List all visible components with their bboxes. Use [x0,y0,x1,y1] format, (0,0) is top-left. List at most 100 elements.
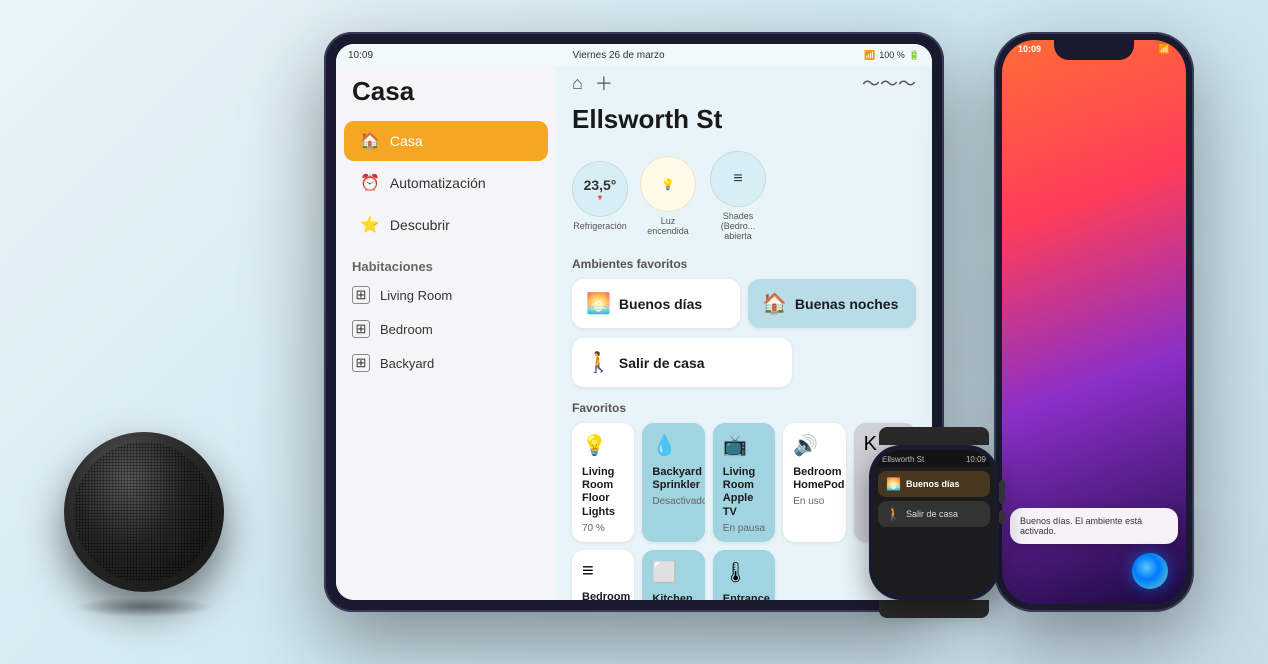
ipad-date: Viernes 26 de marzo [572,50,664,61]
siri-waveform-icon[interactable]: 〜〜〜 [862,70,916,96]
ipad-status-right: 📶 100 % 🔋 [864,50,920,61]
sprinkler-name: Backyard Sprinkler [652,466,694,492]
thermostat-icon: 🌡 [723,560,765,585]
fav-homepod[interactable]: 🔊 Bedroom HomePod En uso [783,423,845,542]
fav-apple-tv[interactable]: 📺 Living Room Apple TV En pausa [713,423,775,542]
floor-lights-name: Living Room Floor Lights [582,466,624,519]
ipad-battery-icon: 🔋 [909,50,920,61]
light-circle: 💡 [640,156,696,212]
homepod [54,432,234,612]
status-tile-shades[interactable]: ≡ Shades (Bedro...abierta [708,151,768,241]
siri-notification-text: Buenos días. El ambiente está activado. [1020,516,1142,536]
salir-icon: 🚶 [586,350,611,375]
light-icon: 💡 [661,178,675,191]
sidebar-room-livingroom[interactable]: ⊞ Living Room [336,278,556,312]
buenas-noches-label: Buenas noches [795,296,898,312]
watch-header-title: Ellsworth St [882,455,924,464]
scenes-grid: 🌅 Buenos días 🏠 Buenas noches [556,279,932,338]
buenos-dias-label: Buenos días [619,296,702,312]
appletv-name: Living Room Apple TV [723,466,765,519]
home-toolbar-icon[interactable]: ⌂ [572,73,583,94]
room-icon-bedroom: ⊞ [352,320,370,338]
watch-buenos-dias-icon: 🌅 [886,477,901,491]
light-label: Luzencendida [647,216,689,236]
room-icon-backyard: ⊞ [352,354,370,372]
sidebar-nav-automatizacion[interactable]: ⏰ Automatización [344,163,548,203]
floor-lights-icon: 💡 [582,433,624,458]
shades-icon: ≡ [733,170,742,188]
favorites-section-title: Favoritos [556,397,932,423]
ipad-sidebar: Casa 🏠 Casa ⏰ Automatización ⭐ Descubrir… [336,44,556,600]
ipad-wifi-icon: 📶 [864,50,875,61]
watch-band-bottom [879,600,989,618]
sidebar-title: Casa [336,68,556,119]
watch-screen: Ellsworth St 10:09 🌅 Buenos días 🚶 Salir… [874,450,994,595]
add-toolbar-icon[interactable]: ＋ [595,70,613,96]
fav-bedroom-shades[interactable]: ≡ Bedroom Shades Abrir [572,550,634,600]
shades-label: Shades (Bedro...abierta [708,211,768,241]
status-tile-light[interactable]: 💡 Luzencendida [640,156,696,236]
watch-header: Ellsworth St 10:09 [874,450,994,467]
homepod-mesh [74,442,214,582]
temp-label: Refrigeración [573,221,627,231]
shades-circle: ≡ [710,151,766,207]
fav-living-floor-lights[interactable]: 💡 Living Room Floor Lights 70 % [572,423,634,542]
thermostat-name: Entrance Thermostat... [723,593,765,600]
appletv-icon: 📺 [723,433,765,458]
room-icon-living: ⊞ [352,286,370,304]
watch-scene-salir[interactable]: 🚶 Salir de casa [878,501,990,527]
discover-icon: ⭐ [360,215,380,235]
fav-thermostat[interactable]: 🌡 Entrance Thermostat... Refrig. a 22,0° [713,550,775,600]
main-title: Ellsworth St [556,104,932,147]
sidebar-room-bedroom[interactable]: ⊞ Bedroom [336,312,556,346]
siri-notification: Buenos días. El ambiente está activado. [1010,508,1178,544]
scenes-row2: 🚶 Salir de casa [556,338,932,397]
iphone-notch [1054,40,1134,60]
iphone: 10:09 📶 Buenos días. El ambiente está ac… [994,32,1194,612]
homepod-shadow [74,597,214,617]
toolbar-left: ⌂ ＋ [572,70,613,96]
watch-crown [999,480,1005,504]
watch-band-top [879,427,989,445]
main-toolbar: ⌂ ＋ 〜〜〜 [556,68,932,104]
kitchen-switch-icon: ⬜ [652,560,694,585]
scene-buenos-dias[interactable]: 🌅 Buenos días [572,279,740,328]
siri-orb[interactable] [1132,553,1168,589]
homepod-icon: 🔊 [793,433,835,458]
watch-body: Ellsworth St 10:09 🌅 Buenos días 🚶 Salir… [869,445,999,600]
room-label-backyard: Backyard [380,356,434,371]
status-tile-temp[interactable]: 23,5° ▾ Refrigeración [572,161,628,231]
sidebar-nav-descubrir[interactable]: ⭐ Descubrir [344,205,548,245]
rooms-section-title: Habitaciones [336,247,556,278]
iphone-time: 10:09 [1018,44,1041,55]
sidebar-room-backyard[interactable]: ⊞ Backyard [336,346,556,380]
scenes-section-title: Ambientes favoritos [556,253,932,279]
status-tiles-row: 23,5° ▾ Refrigeración 💡 Luzencendida [556,147,932,253]
iphone-screen: 10:09 📶 Buenos días. El ambiente está ac… [1002,40,1186,604]
scene-salir[interactable]: 🚶 Salir de casa [572,338,792,387]
temp-circle: 23,5° ▾ [572,161,628,217]
appletv-status: En pausa [723,523,765,534]
fav-kitchen-switch[interactable]: ⬜ Kitchen Switch Desactivado [642,550,704,600]
watch-salir-label: Salir de casa [906,509,958,519]
ipad-time: 10:09 [348,50,373,61]
bedroom-shades-name: Bedroom Shades [582,591,624,600]
sidebar-nav-casa[interactable]: 🏠 Casa [344,121,548,161]
watch-scene-buenos-dias[interactable]: 🌅 Buenos días [878,471,990,497]
buenas-noches-icon: 🏠 [762,291,787,316]
room-label-bedroom: Bedroom [380,322,433,337]
sidebar-nav-discover-label: Descubrir [390,217,450,233]
temp-indicator: ▾ [598,193,602,202]
temp-value: 23,5° [584,177,617,193]
ipad-screen: 10:09 Viernes 26 de marzo 📶 100 % 🔋 Casa… [336,44,932,600]
fav-backyard-sprinkler[interactable]: 💧 Backyard Sprinkler Desactivado [642,423,704,542]
kitchen-switch-name: Kitchen Switch [652,593,694,600]
scene-container: 10:09 Viernes 26 de marzo 📶 100 % 🔋 Casa… [34,12,1234,652]
auto-icon: ⏰ [360,173,380,193]
scene-buenas-noches[interactable]: 🏠 Buenas noches [748,279,916,328]
iphone-signal: 📶 [1159,44,1170,55]
salir-label: Salir de casa [619,355,705,371]
floor-lights-status: 70 % [582,523,624,534]
homepod-name: Bedroom HomePod [793,466,835,492]
ipad-battery: 100 % [879,50,905,60]
